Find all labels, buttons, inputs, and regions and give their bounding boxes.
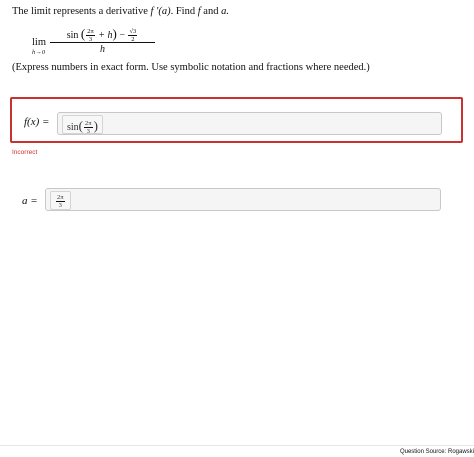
- question-source: Question Source: Rogawski: [399, 449, 474, 455]
- prompt-fprime: f ′(a): [150, 6, 171, 17]
- fraction-bar: [50, 42, 155, 43]
- a-answer-input[interactable]: 2π 3: [45, 188, 441, 211]
- footer-divider: [0, 445, 474, 446]
- limit-denominator: h: [100, 44, 105, 55]
- limit-fraction: sin (2π 3 + h) − √3 2 h: [50, 26, 155, 56]
- lim-word: lim: [32, 37, 47, 48]
- lim-subscript: h→0: [32, 49, 45, 56]
- prompt-f-var: f: [197, 6, 201, 17]
- f-status-incorrect: Incorrect: [12, 149, 38, 156]
- prompt-and: and: [203, 6, 219, 17]
- limit-numerator: sin (2π 3 + h) − √3 2: [66, 26, 138, 44]
- f-answer-container: f(x) = sin(2π 3): [10, 97, 463, 143]
- a-answer-value: 2π 3: [50, 191, 71, 210]
- two-pi-over-three: 2π 3: [86, 28, 95, 44]
- a-label: a =: [22, 195, 38, 207]
- sin-word: sin: [66, 30, 79, 41]
- prompt-intro: The limit represents a derivative: [12, 6, 148, 17]
- plus-h: + h: [98, 30, 113, 41]
- sqrt3-over-2: √3 2: [128, 28, 138, 44]
- question-prompt: The limit represents a derivative f ′(a)…: [12, 5, 462, 19]
- f-answer-value: sin(2π 3): [62, 115, 103, 135]
- f-label: f(x) =: [24, 116, 50, 128]
- instruction-text: (Express numbers in exact form. Use symb…: [12, 62, 370, 73]
- minus-sign: −: [119, 30, 125, 41]
- prompt-find: . Find: [170, 6, 196, 17]
- prompt-a-var: a.: [221, 6, 229, 17]
- f-answer-input[interactable]: sin(2π 3): [57, 112, 442, 135]
